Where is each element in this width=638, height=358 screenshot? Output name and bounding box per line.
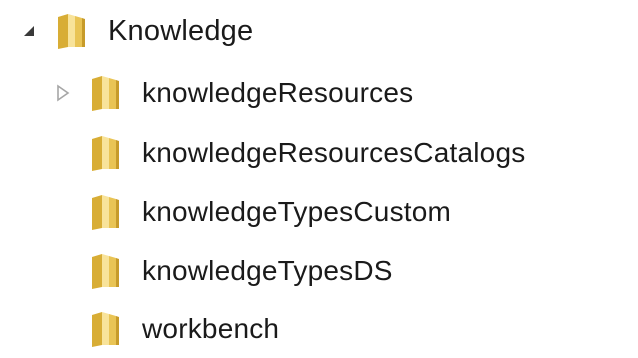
folder-icon xyxy=(84,308,126,350)
triangle-collapsed-icon[interactable] xyxy=(52,82,74,104)
tree-item-workbench[interactable]: workbench xyxy=(52,302,279,356)
folder-icon xyxy=(50,10,92,52)
folder-icon xyxy=(84,72,126,114)
folder-tree: Knowledge knowledgeResources knowledgeRe… xyxy=(0,0,638,358)
tree-item-knowledgetypescustom[interactable]: knowledgeTypesCustom xyxy=(52,185,451,239)
tree-item-knowledgetypesds[interactable]: knowledgeTypesDS xyxy=(52,244,393,298)
tree-item-knowledgeresources[interactable]: knowledgeResources xyxy=(52,66,413,120)
folder-icon xyxy=(84,250,126,292)
tree-item-label: knowledgeTypesDS xyxy=(142,255,393,286)
triangle-expanded-icon[interactable] xyxy=(18,20,40,42)
folder-icon xyxy=(84,132,126,174)
tree-item-label: Knowledge xyxy=(108,15,254,47)
tree-item-label: knowledgeResourcesCatalogs xyxy=(142,137,526,168)
tree-item-label: knowledgeResources xyxy=(142,77,414,108)
tree-item-label: knowledgeTypesCustom xyxy=(142,196,452,227)
tree-item-label: workbench xyxy=(142,313,280,344)
tree-item-knowledge[interactable]: Knowledge xyxy=(18,4,253,58)
tree-item-knowledgeresourcescatalogs[interactable]: knowledgeResourcesCatalogs xyxy=(52,126,525,180)
folder-icon xyxy=(84,191,126,233)
